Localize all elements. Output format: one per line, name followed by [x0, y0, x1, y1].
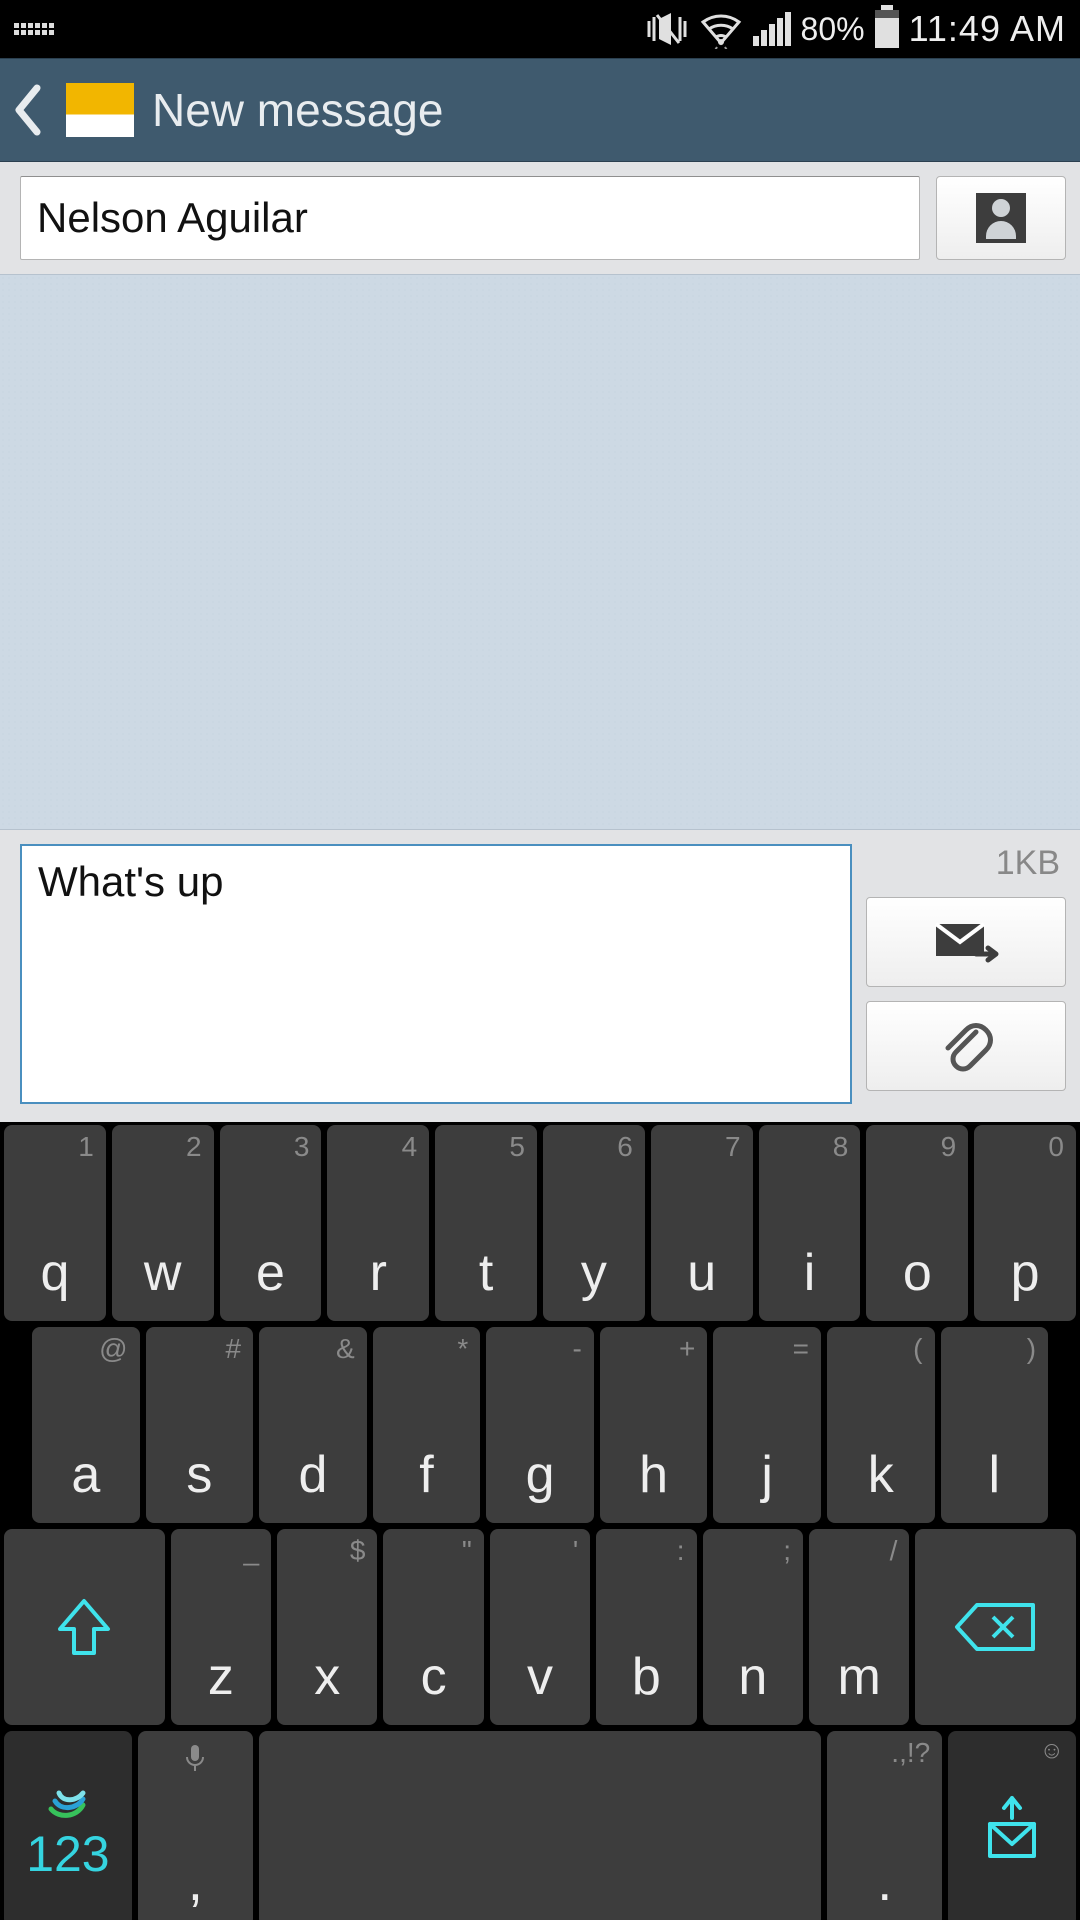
key-enter[interactable]: ☺: [948, 1731, 1076, 1920]
key-space[interactable]: [259, 1731, 821, 1920]
message-size-label: 1KB: [866, 844, 1066, 883]
conversation-area[interactable]: [0, 274, 1080, 830]
back-button[interactable]: [8, 80, 48, 140]
key-y[interactable]: 6y: [543, 1125, 645, 1321]
recipient-input[interactable]: Nelson Aguilar: [20, 176, 920, 260]
status-bar: 80% 11:49 AM: [0, 0, 1080, 58]
message-input[interactable]: [20, 844, 852, 1104]
keyboard-row-3: _z $x "c 'v :b ;n /m: [0, 1526, 1080, 1728]
recipient-value: Nelson Aguilar: [37, 194, 308, 242]
keyboard-row-1: 1q 2w 3e 4r 5t 6y 7u 8i 9o 0p: [0, 1122, 1080, 1324]
shift-arrow-icon: [54, 1595, 114, 1659]
battery-percentage: 80%: [801, 11, 865, 48]
add-contact-button[interactable]: [936, 176, 1066, 260]
key-e[interactable]: 3e: [220, 1125, 322, 1321]
key-p[interactable]: 0p: [974, 1125, 1076, 1321]
keyboard: 1q 2w 3e 4r 5t 6y 7u 8i 9o 0p @a #s &d *…: [0, 1122, 1080, 1920]
key-n[interactable]: ;n: [703, 1529, 803, 1725]
key-t[interactable]: 5t: [435, 1125, 537, 1321]
key-m[interactable]: /m: [809, 1529, 909, 1725]
status-time: 11:49 AM: [909, 8, 1066, 50]
key-o[interactable]: 9o: [866, 1125, 968, 1321]
attach-button[interactable]: [866, 1001, 1066, 1091]
key-l[interactable]: )l: [941, 1327, 1049, 1523]
key-r[interactable]: 4r: [327, 1125, 429, 1321]
key-b[interactable]: :b: [596, 1529, 696, 1725]
swiftkey-icon: [45, 1775, 91, 1821]
key-c[interactable]: "c: [383, 1529, 483, 1725]
key-u[interactable]: 7u: [651, 1125, 753, 1321]
paperclip-icon: [938, 1018, 994, 1074]
key-s[interactable]: #s: [146, 1327, 254, 1523]
key-shift[interactable]: [4, 1529, 165, 1725]
key-i[interactable]: 8i: [759, 1125, 861, 1321]
recipient-row: Nelson Aguilar: [0, 162, 1080, 274]
key-g[interactable]: -g: [486, 1327, 594, 1523]
keyboard-indicator-icon: [14, 23, 54, 35]
keyboard-row-4: 123 , .,!? . ☺: [0, 1728, 1080, 1920]
person-icon: [976, 193, 1026, 243]
key-j[interactable]: =j: [713, 1327, 821, 1523]
key-comma[interactable]: ,: [138, 1731, 253, 1920]
mic-icon: [183, 1743, 207, 1780]
send-icon: [930, 918, 1002, 966]
key-a[interactable]: @a: [32, 1327, 140, 1523]
key-v[interactable]: 'v: [490, 1529, 590, 1725]
key-w[interactable]: 2w: [112, 1125, 214, 1321]
vibrate-mute-icon: [645, 9, 689, 49]
compose-row: 1KB: [0, 830, 1080, 1122]
send-message-icon: [980, 1794, 1044, 1864]
header-title: New message: [152, 83, 443, 137]
key-h[interactable]: +h: [600, 1327, 708, 1523]
send-button[interactable]: [866, 897, 1066, 987]
key-q[interactable]: 1q: [4, 1125, 106, 1321]
envelope-icon: [66, 83, 134, 137]
key-z[interactable]: _z: [171, 1529, 271, 1725]
cell-signal-icon: [753, 12, 791, 46]
key-k[interactable]: (k: [827, 1327, 935, 1523]
wifi-icon: [699, 9, 743, 49]
keyboard-row-2: @a #s &d *f -g +h =j (k )l: [0, 1324, 1080, 1526]
app-header: New message: [0, 58, 1080, 162]
backspace-icon: [953, 1599, 1039, 1655]
key-x[interactable]: $x: [277, 1529, 377, 1725]
battery-icon: [875, 10, 899, 48]
key-period[interactable]: .,!? .: [827, 1731, 942, 1920]
key-backspace[interactable]: [915, 1529, 1076, 1725]
key-f[interactable]: *f: [373, 1327, 481, 1523]
key-numbers[interactable]: 123: [4, 1731, 132, 1920]
key-d[interactable]: &d: [259, 1327, 367, 1523]
